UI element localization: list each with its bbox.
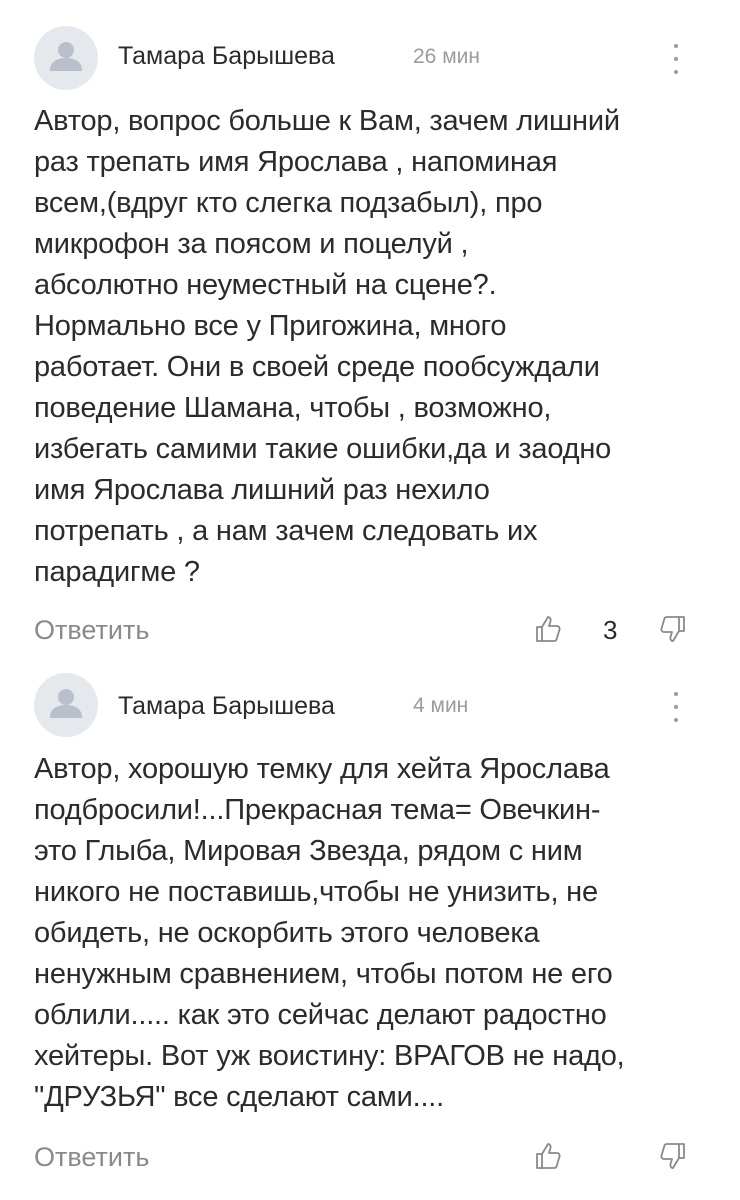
comment-time: 26 мин <box>413 45 480 68</box>
more-vertical-icon[interactable] <box>665 690 687 724</box>
thumbs-down-icon[interactable] <box>658 1141 688 1171</box>
user-avatar-icon[interactable] <box>34 26 98 90</box>
reply-button[interactable]: Ответить <box>34 1142 149 1173</box>
thumbs-up-icon[interactable] <box>533 1141 563 1171</box>
comment-time: 4 мин <box>413 694 469 717</box>
author-name[interactable]: Тамара Барышева <box>118 42 335 71</box>
reply-button[interactable]: Ответить <box>34 615 149 646</box>
comment-text: Автор, вопрос больше к Вам, зачем лишний… <box>34 105 620 588</box>
author-name[interactable]: Тамара Барышева <box>118 692 335 721</box>
more-vertical-icon[interactable] <box>665 42 687 76</box>
comment-text: Автор, хорошую темку для хейта Ярослава … <box>34 753 625 1113</box>
like-count: 3 <box>603 615 618 645</box>
thumbs-up-icon[interactable] <box>533 614 563 644</box>
thumbs-down-icon[interactable] <box>658 614 688 644</box>
user-avatar-icon[interactable] <box>34 673 98 737</box>
